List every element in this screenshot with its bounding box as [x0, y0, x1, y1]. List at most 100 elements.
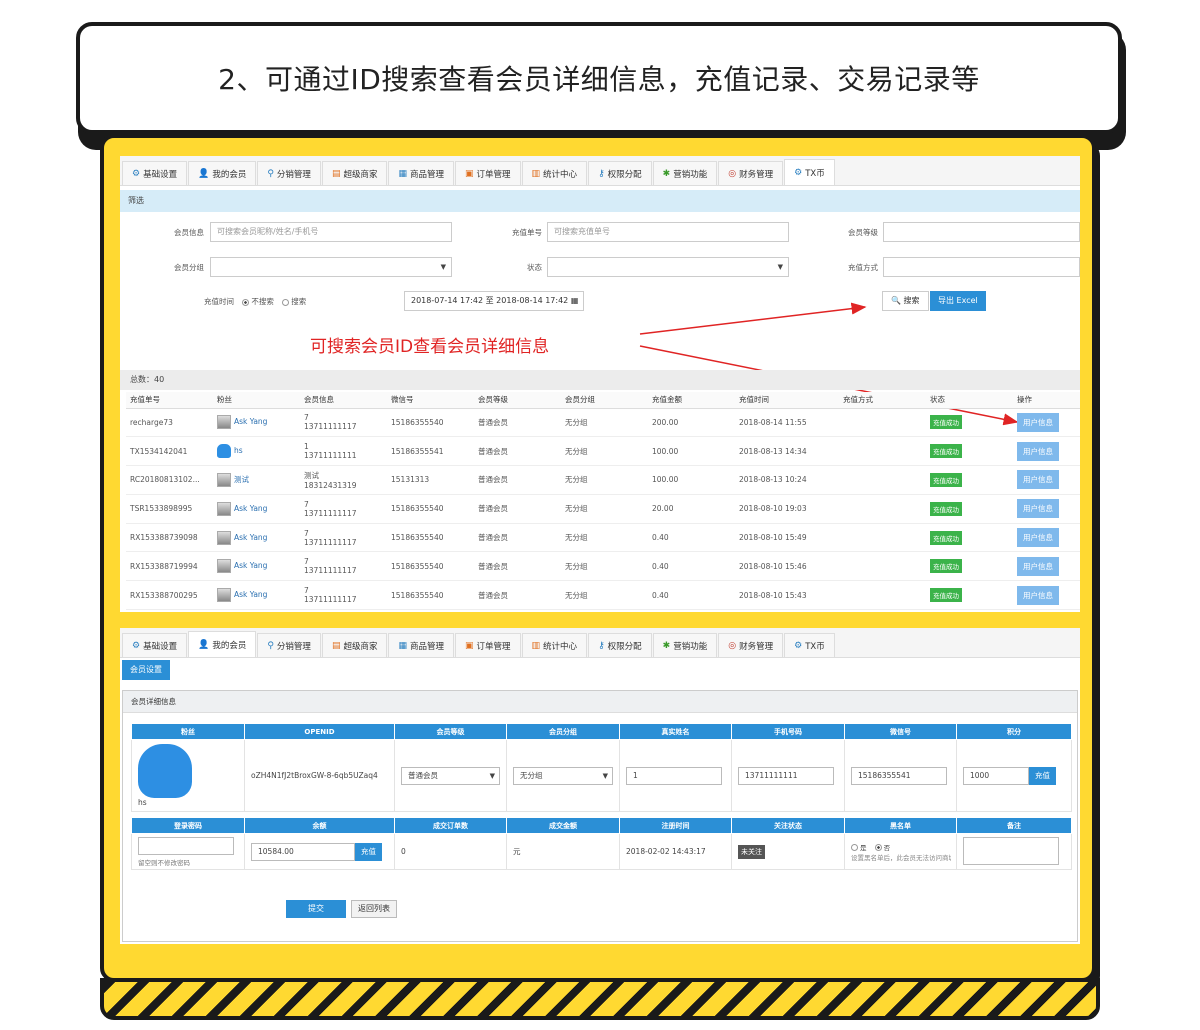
fan-cell: hs: [213, 436, 300, 467]
tab-coin[interactable]: ⚙ TX币: [784, 633, 835, 657]
back-to-list-button[interactable]: 返回列表: [351, 900, 397, 918]
recharge-no: TSR1533898995: [126, 494, 213, 524]
status-cell: 充值成功: [926, 580, 1013, 611]
member-info: 7 13711111117: [300, 408, 387, 438]
points-input[interactable]: 1000: [963, 766, 1029, 785]
table-row: TSR1533898995 Ask Yang 7 13711111117 1518635…: [126, 494, 1080, 524]
tab-finance[interactable]: ◎ 财务管理: [718, 633, 784, 657]
user-info-button[interactable]: 用户信息: [1017, 585, 1059, 605]
fan-name[interactable]: 测试: [234, 475, 249, 484]
balance-input[interactable]: 10584.00: [251, 842, 355, 861]
member-group-select[interactable]: 无分组 ▼: [513, 766, 613, 785]
wechat-input[interactable]: 15186355541: [851, 766, 947, 785]
user-info-button[interactable]: 用户信息: [1017, 412, 1059, 432]
grid-icon: ▦: [398, 640, 407, 651]
tab-sitemap[interactable]: ⚲ 分销管理: [257, 633, 321, 657]
status-badge: 充值成功: [930, 472, 962, 487]
order-amount-value: 元: [506, 833, 620, 870]
column-header: 状态: [926, 392, 1013, 409]
avatar: [217, 530, 231, 545]
recharge-method: [839, 465, 926, 495]
wechat-id: 15186355540: [387, 551, 474, 582]
status-badge: 充值成功: [930, 530, 962, 545]
recharge-amount: 200.00: [648, 408, 735, 438]
fan-name[interactable]: Ask Yang: [234, 417, 267, 426]
member-level: 普通会员: [474, 436, 561, 467]
member-group: 无分组: [561, 580, 648, 611]
tab-chart[interactable]: ▥ 统计中心: [521, 633, 588, 657]
action-cell: 用户信息: [1013, 523, 1080, 553]
member-phone: 13711111117: [304, 422, 357, 432]
recharge-time: 2018-08-10 15:46: [735, 551, 839, 582]
detail-column-header: 会员分组: [506, 723, 620, 740]
fan-name[interactable]: hs: [234, 446, 243, 455]
balance-recharge-button[interactable]: 充值: [355, 842, 382, 861]
blacklist-yes-radio[interactable]: [851, 844, 858, 851]
member-id: 7: [304, 586, 309, 596]
status-cell: 充值成功: [926, 523, 1013, 553]
member-info: 7 13711111117: [300, 523, 387, 553]
tab-label: 订单管理: [476, 641, 511, 652]
tab-gear[interactable]: ⚙ 基础设置: [122, 633, 188, 657]
fan-name[interactable]: Ask Yang: [234, 561, 267, 570]
recharge-time: 2018-08-14 11:55: [735, 408, 839, 438]
mobile-input[interactable]: 13711111111: [738, 766, 834, 785]
tab-store[interactable]: ▤ 超级商家: [321, 633, 388, 657]
tab-grid[interactable]: ▦ 商品管理: [388, 633, 454, 657]
recharge-amount: 0.40: [648, 523, 735, 553]
fan-cell: hs: [131, 739, 245, 812]
member-level: 普通会员: [474, 465, 561, 495]
member-info: 测试 18312431319: [300, 465, 387, 495]
password-input[interactable]: [138, 836, 234, 855]
user-info-button[interactable]: 用户信息: [1017, 556, 1059, 576]
member-id: 7: [304, 528, 309, 538]
real-name-input[interactable]: 1: [626, 766, 722, 785]
user-info-button[interactable]: 用户信息: [1017, 470, 1059, 490]
blacklist-no-radio[interactable]: [874, 844, 882, 851]
fan-cell: Ask Yang: [213, 408, 300, 438]
wechat-id: 15186355540: [387, 494, 474, 524]
tab-label: 分销管理: [276, 641, 311, 652]
avatar: [138, 744, 192, 798]
member-group: 无分组: [561, 551, 648, 582]
detail-column-header: 手机号码: [731, 723, 845, 740]
submit-button[interactable]: 提交: [286, 900, 346, 918]
fan-name[interactable]: Ask Yang: [234, 504, 267, 513]
tab-key[interactable]: ⚷ 权限分配: [588, 633, 652, 657]
member-id: 1: [304, 442, 309, 452]
wechat-id: 15186355540: [387, 523, 474, 553]
fan-name[interactable]: Ask Yang: [234, 590, 267, 599]
table-row: RX153388700295 Ask Yang 7 13711111117 151863…: [126, 580, 1080, 611]
status-cell: 充值成功: [926, 494, 1013, 524]
member-group: 无分组: [561, 494, 648, 524]
chevron-down-icon: ▼: [602, 771, 608, 780]
tab-user[interactable]: 👤 我的会员: [188, 631, 257, 657]
column-header: 充值方式: [839, 392, 926, 409]
action-cell: 用户信息: [1013, 580, 1080, 611]
wechat-id: 15186355541: [387, 436, 474, 467]
recharge-time: 2018-08-13 14:34: [735, 436, 839, 467]
action-cell: 用户信息: [1013, 408, 1080, 438]
table-row: RX153388739098 Ask Yang 7 13711111117 151863…: [126, 523, 1080, 553]
user-info-button[interactable]: 用户信息: [1017, 499, 1059, 519]
column-header: 会员分组: [561, 392, 648, 409]
user-info-button[interactable]: 用户信息: [1017, 441, 1059, 461]
tab-marketing[interactable]: ✱ 营销功能: [652, 633, 718, 657]
coin-icon: ⚙: [794, 640, 803, 651]
detail-column-header: OPENID: [244, 723, 395, 740]
member-level-select[interactable]: 普通会员 ▼: [401, 766, 500, 785]
recharge-no: recharge73: [126, 408, 213, 438]
fan-cell: Ask Yang: [213, 494, 300, 524]
member-level: 普通会员: [474, 494, 561, 524]
points-recharge-button[interactable]: 充值: [1029, 766, 1056, 785]
member-settings-tab[interactable]: 会员设置: [122, 660, 170, 680]
recharge-method: [839, 408, 926, 438]
tab-label: 权限分配: [607, 641, 642, 652]
user-info-button[interactable]: 用户信息: [1017, 528, 1059, 548]
detail-column-header: 备注: [956, 817, 1072, 834]
column-header: 粉丝: [213, 392, 300, 409]
fan-cell: Ask Yang: [213, 551, 300, 582]
remark-textarea[interactable]: [963, 836, 1059, 865]
fan-name[interactable]: Ask Yang: [234, 533, 267, 542]
tab-order[interactable]: ▣ 订单管理: [455, 633, 521, 657]
